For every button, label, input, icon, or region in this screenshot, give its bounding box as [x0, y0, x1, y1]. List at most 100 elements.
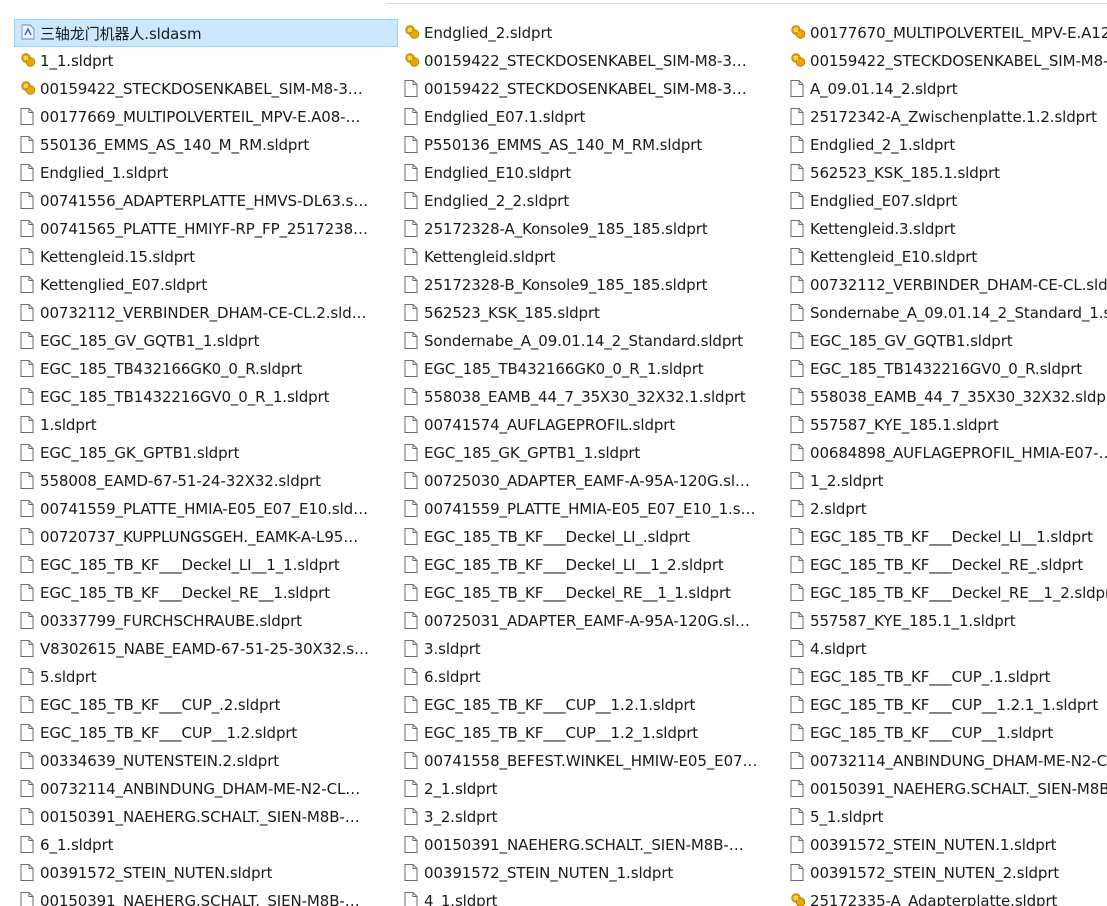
- file-item[interactable]: 00732112_VERBINDER_DHAM-CE-CL.sldp: [784, 271, 1107, 299]
- file-item[interactable]: Endglied_E07.sldprt: [784, 187, 1107, 215]
- file-item[interactable]: Kettengleid_E10.sldprt: [784, 243, 1107, 271]
- file-item[interactable]: 00725031_ADAPTER_EAMF-A-95A-120G.sl…: [398, 607, 784, 635]
- file-item[interactable]: EGC_185_TB1432216GV0_0_R.sldprt: [784, 355, 1107, 383]
- file-item[interactable]: 00150391_NAEHERG.SCHALT._SIEN-M8B: [784, 775, 1107, 803]
- file-item[interactable]: EGC_185_TB_KF___CUP_.1.sldprt: [784, 663, 1107, 691]
- file-item[interactable]: 558038_EAMB_44_7_35X30_32X32.sldprt: [784, 383, 1107, 411]
- file-item[interactable]: 00159422_STECKDOSENKABEL_SIM-M8-3…: [14, 75, 398, 103]
- file-item[interactable]: 4_1.sldprt: [398, 887, 784, 906]
- file-item[interactable]: 562523_KSK_185.1.sldprt: [784, 159, 1107, 187]
- file-item[interactable]: 00732114_ANBINDUNG_DHAM-ME-N2-C: [784, 747, 1107, 775]
- file-item[interactable]: Kettengleid.3.sldprt: [784, 215, 1107, 243]
- file-item[interactable]: 00391572_STEIN_NUTEN_1.sldprt: [398, 859, 784, 887]
- file-item[interactable]: 3_2.sldprt: [398, 803, 784, 831]
- file-item[interactable]: 00720737_KUPPLUNGSGEH._EAMK-A-L95…: [14, 523, 398, 551]
- file-item[interactable]: EGC_185_TB432166GK0_0_R_1.sldprt: [398, 355, 784, 383]
- file-item[interactable]: 558038_EAMB_44_7_35X30_32X32.1.sldprt: [398, 383, 784, 411]
- file-item[interactable]: 558008_EAMD-67-51-24-32X32.sldprt: [14, 467, 398, 495]
- file-item[interactable]: 550136_EMMS_AS_140_M_RM.sldprt: [14, 131, 398, 159]
- file-item[interactable]: 1_1.sldprt: [14, 47, 398, 75]
- file-item[interactable]: EGC_185_TB_KF___Deckel_RE_.sldprt: [784, 551, 1107, 579]
- file-item[interactable]: 00150391_NAEHERG.SCHALT._SIEN-M8B-…: [398, 831, 784, 859]
- file-item[interactable]: EGC_185_GV_GQTB1_1.sldprt: [14, 327, 398, 355]
- file-item[interactable]: EGC_185_TB_KF___CUP_.2.sldprt: [14, 691, 398, 719]
- file-item[interactable]: EGC_185_GK_GPTB1_1.sldprt: [398, 439, 784, 467]
- file-item[interactable]: 00391572_STEIN_NUTEN_2.sldprt: [784, 859, 1107, 887]
- file-item[interactable]: 00741558_BEFEST.WINKEL_HMIW-E05_E07…: [398, 747, 784, 775]
- file-item[interactable]: 00391572_STEIN_NUTEN.1.sldprt: [784, 831, 1107, 859]
- file-item[interactable]: 00741565_PLATTE_HMIYF-RP_FP_2517238…: [14, 215, 398, 243]
- part-file-icon: [404, 752, 420, 770]
- file-item[interactable]: 25172328-A_Konsole9_185_185.sldprt: [398, 215, 784, 243]
- file-item[interactable]: EGC_185_TB_KF___Deckel_LI__1_1.sldprt: [14, 551, 398, 579]
- file-item[interactable]: EGC_185_TB_KF___CUP__1.2.1.sldprt: [398, 691, 784, 719]
- file-item[interactable]: 1_2.sldprt: [784, 467, 1107, 495]
- file-item[interactable]: V8302615_NABE_EAMD-67-51-25-30X32.s…: [14, 635, 398, 663]
- file-item[interactable]: 00732112_VERBINDER_DHAM-CE-CL.2.sld…: [14, 299, 398, 327]
- file-item[interactable]: EGC_185_GK_GPTB1.sldprt: [14, 439, 398, 467]
- file-item[interactable]: 00725030_ADAPTER_EAMF-A-95A-120G.sl…: [398, 467, 784, 495]
- file-item[interactable]: 00150391_NAEHERG.SCHALT._SIEN-M8B-…: [14, 803, 398, 831]
- file-item[interactable]: 5.sldprt: [14, 663, 398, 691]
- file-item[interactable]: 562523_KSK_185.sldprt: [398, 299, 784, 327]
- file-item[interactable]: 00741559_PLATTE_HMIA-E05_E07_E10.sld…: [14, 495, 398, 523]
- file-item[interactable]: Endglied_1.sldprt: [14, 159, 398, 187]
- file-item[interactable]: EGC_185_TB_KF___Deckel_LI_.sldprt: [398, 523, 784, 551]
- file-name: 00741556_ADAPTERPLATTE_HMVS-DL63.s…: [40, 192, 369, 210]
- file-item[interactable]: 00741556_ADAPTERPLATTE_HMVS-DL63.s…: [14, 187, 398, 215]
- file-item[interactable]: Sondernabe_A_09.01.14_2_Standard_1.sl: [784, 299, 1107, 327]
- file-item[interactable]: Endglied_2.sldprt: [398, 19, 784, 47]
- part-file-icon: [20, 528, 36, 546]
- part-file-icon: [20, 836, 36, 854]
- file-item[interactable]: Endglied_2_2.sldprt: [398, 187, 784, 215]
- file-item[interactable]: 25172328-B_Konsole9_185_185.sldprt: [398, 271, 784, 299]
- file-item[interactable]: 00337799_FURCHSCHRAUBE.sldprt: [14, 607, 398, 635]
- file-item[interactable]: 6_1.sldprt: [14, 831, 398, 859]
- file-item[interactable]: EGC_185_TB_KF___Deckel_LI__1_2.sldprt: [398, 551, 784, 579]
- file-item[interactable]: 2_1.sldprt: [398, 775, 784, 803]
- file-item[interactable]: 3.sldprt: [398, 635, 784, 663]
- file-item[interactable]: 557587_KYE_185.1.sldprt: [784, 411, 1107, 439]
- file-item[interactable]: 00159422_STECKDOSENKABEL_SIM-M8-3…: [398, 75, 784, 103]
- file-item[interactable]: A_09.01.14_2.sldprt: [784, 75, 1107, 103]
- file-item[interactable]: Kettengleid.15.sldprt: [14, 243, 398, 271]
- file-item[interactable]: 00159422_STECKDOSENKABEL_SIM-M8-3…: [398, 47, 784, 75]
- file-item[interactable]: 00150391_NAEHERG.SCHALT._SIEN-M8B-…: [14, 887, 398, 906]
- file-item[interactable]: 00159422_STECKDOSENKABEL_SIM-M8-: [784, 47, 1107, 75]
- file-item[interactable]: 00684898_AUFLAGEPROFIL_HMIA-E07-…: [784, 439, 1107, 467]
- file-item[interactable]: 6.sldprt: [398, 663, 784, 691]
- file-item[interactable]: EGC_185_TB432166GK0_0_R.sldprt: [14, 355, 398, 383]
- file-item[interactable]: 00741574_AUFLAGEPROFIL.sldprt: [398, 411, 784, 439]
- file-item[interactable]: 00741559_PLATTE_HMIA-E05_E07_E10_1.s…: [398, 495, 784, 523]
- file-item[interactable]: Kettengleid.sldprt: [398, 243, 784, 271]
- file-item[interactable]: EGC_185_TB_KF___Deckel_LI__1.sldprt: [784, 523, 1107, 551]
- file-item[interactable]: EGC_185_TB_KF___CUP__1.2.sldprt: [14, 719, 398, 747]
- file-item[interactable]: EGC_185_TB1432216GV0_0_R_1.sldprt: [14, 383, 398, 411]
- file-item[interactable]: 三轴龙门机器人.sldasm: [14, 19, 398, 47]
- file-item[interactable]: Endglied_2_1.sldprt: [784, 131, 1107, 159]
- file-item[interactable]: 2.sldprt: [784, 495, 1107, 523]
- file-item[interactable]: 4.sldprt: [784, 635, 1107, 663]
- file-item[interactable]: EGC_185_TB_KF___CUP__1.2.1_1.sldprt: [784, 691, 1107, 719]
- file-item[interactable]: Endglied_E07.1.sldprt: [398, 103, 784, 131]
- file-item[interactable]: 557587_KYE_185.1_1.sldprt: [784, 607, 1107, 635]
- file-item[interactable]: EGC_185_GV_GQTB1.sldprt: [784, 327, 1107, 355]
- file-item[interactable]: EGC_185_TB_KF___CUP__1.2_1.sldprt: [398, 719, 784, 747]
- file-item[interactable]: 25172342-A_Zwischenplatte.1.2.sldprt: [784, 103, 1107, 131]
- file-item[interactable]: Sondernabe_A_09.01.14_2_Standard.sldprt: [398, 327, 784, 355]
- file-item[interactable]: 5_1.sldprt: [784, 803, 1107, 831]
- file-item[interactable]: 00177670_MULTIPOLVERTEIL_MPV-E.A12: [784, 19, 1107, 47]
- file-item[interactable]: 00177669_MULTIPOLVERTEIL_MPV-E.A08-…: [14, 103, 398, 131]
- file-item[interactable]: EGC_185_TB_KF___CUP__1.sldprt: [784, 719, 1107, 747]
- file-item[interactable]: 00391572_STEIN_NUTEN.sldprt: [14, 859, 398, 887]
- file-item[interactable]: 00334639_NUTENSTEIN.2.sldprt: [14, 747, 398, 775]
- file-item[interactable]: Kettenglied_E07.sldprt: [14, 271, 398, 299]
- file-item[interactable]: P550136_EMMS_AS_140_M_RM.sldprt: [398, 131, 784, 159]
- file-item[interactable]: 00732114_ANBINDUNG_DHAM-ME-N2-CL…: [14, 775, 398, 803]
- file-item[interactable]: 1.sldprt: [14, 411, 398, 439]
- file-item[interactable]: EGC_185_TB_KF___Deckel_RE__1.sldprt: [14, 579, 398, 607]
- file-item[interactable]: EGC_185_TB_KF___Deckel_RE__1_1.sldprt: [398, 579, 784, 607]
- file-item[interactable]: EGC_185_TB_KF___Deckel_RE__1_2.sldpr: [784, 579, 1107, 607]
- file-item[interactable]: 25172335-A_Adapterplatte.sldprt: [784, 887, 1107, 906]
- file-item[interactable]: Endglied_E10.sldprt: [398, 159, 784, 187]
